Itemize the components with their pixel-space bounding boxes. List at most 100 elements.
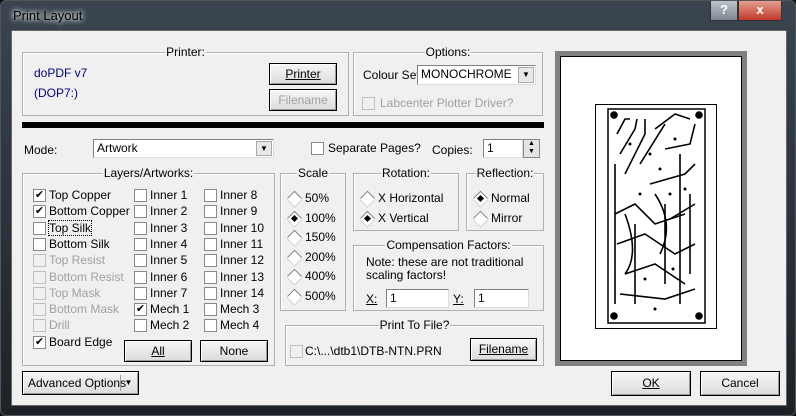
copies-input[interactable]: 1 [483,139,523,158]
layer-checkbox[interactable] [134,286,147,300]
layer-checkbox[interactable]: ✔ [134,303,147,317]
layer-label: Drill [49,318,70,333]
layer-label: Bottom Copper [49,204,130,219]
compensation-note: Note: these are not traditional [366,255,524,269]
radio-label-rotation: X Horizontal [378,191,444,205]
layer-label: Bottom Silk [49,236,110,251]
help-button[interactable]: ? [710,1,738,21]
layer-checkbox[interactable] [33,270,46,284]
layer-checkbox[interactable] [33,319,46,333]
layer-label: Board Edge [49,334,113,349]
separate-pages-checkbox[interactable] [311,142,324,155]
copies-label: Copies: [432,143,473,157]
layer-checkbox[interactable] [204,237,217,251]
printer-name: doPDF v7 [34,66,88,80]
layer-checkbox[interactable] [204,319,217,333]
layer-label: Inner 5 [150,253,188,268]
ok-button[interactable]: OK [611,371,691,396]
layer-checkbox[interactable] [33,221,46,235]
print-to-file-checkbox[interactable] [290,345,303,358]
layer-label: Inner 2 [150,204,188,219]
printer-filename-button[interactable]: Filename [269,89,337,111]
layer-checkbox[interactable] [204,205,217,219]
layer-label: Inner 7 [150,285,188,300]
layer-checkbox[interactable] [33,237,46,251]
layer-checkbox[interactable]: ✔ [33,205,46,219]
plotter-driver-checkbox[interactable] [362,97,375,110]
layer-label: Top Resist [49,253,106,268]
radio-label-scale: 500% [305,288,336,303]
layer-checkbox[interactable] [204,303,217,317]
layer-label: Inner 11 [220,236,264,251]
print-file-filename-button[interactable]: Filename [470,338,537,361]
layer-label: Mech 1 [150,302,190,317]
cancel-button[interactable]: Cancel [700,371,780,396]
radio-label-reflection: Normal [491,191,530,205]
layer-checkbox[interactable] [33,254,46,268]
layer-label: Inner 1 [150,188,188,202]
advanced-options-button[interactable]: Advanced Options ▼ [22,371,139,395]
options-group-label: Options: [424,45,472,59]
layers-group-label: Layers/Artworks: [102,166,195,180]
x-factor-input[interactable]: 1 [386,289,449,308]
radio-label-rotation: X Vertical [378,211,429,225]
layer-label: Inner 14 [220,285,265,300]
layer-label: Inner 9 [220,204,258,219]
layer-label: Bottom Resist [49,269,124,284]
layer-checkbox[interactable] [204,221,217,235]
layer-checkbox[interactable] [204,254,217,268]
print-to-file-label: Print To File? [378,318,451,332]
layer-label: Mech 3 [220,302,260,317]
layer-checkbox[interactable] [134,319,147,333]
layer-label: Inner 12 [220,253,265,268]
layer-checkbox[interactable] [134,205,147,219]
colour-set-select[interactable]: MONOCHROME ▼ [417,65,536,85]
layer-checkbox[interactable] [204,189,217,202]
radio-label-scale: 50% [305,191,330,205]
copies-spinner[interactable]: ▲ ▼ [523,139,540,158]
x-factor-label: X: [366,292,378,306]
none-layers-button[interactable]: None [200,340,268,362]
all-layers-button[interactable]: All [124,340,192,362]
layer-checkbox[interactable] [134,221,147,235]
layer-checkbox[interactable]: ✔ [33,189,46,202]
chevron-down-icon[interactable]: ▼ [120,375,136,391]
compensation-group-label: Compensation Factors: [385,238,512,252]
pcb-artwork-preview [595,104,717,329]
printer-button[interactable]: Printer [269,63,337,85]
layer-checkbox[interactable] [134,270,147,284]
preview-page [560,56,742,361]
printer-port: (DOP7:) [34,86,79,100]
progress-bar [22,122,544,128]
layer-checkbox[interactable] [204,286,217,300]
close-button[interactable]: x [738,1,782,21]
layer-checkbox[interactable] [134,254,147,268]
layer-label: Mech 4 [220,318,260,333]
layer-checkbox[interactable] [33,303,46,317]
layer-label: Inner 3 [150,220,188,235]
printer-group-label: Printer: [165,45,206,59]
radio-label-reflection: Mirror [491,211,523,225]
reflection-group-label: Reflection: [475,166,535,180]
layer-label: Mech 2 [150,318,190,333]
layer-label: Top Mask [49,285,101,300]
chevron-down-icon: ▼ [518,67,534,83]
mode-label: Mode: [24,143,58,157]
mode-select[interactable]: Artwork ▼ [93,139,274,158]
layer-checkbox[interactable] [134,237,147,251]
print-file-path: C:\...\dtb1\DTB-NTN.PRN [305,344,442,358]
layer-label: Inner 10 [220,220,265,235]
layer-label: Inner 8 [220,188,258,202]
layer-checkbox[interactable] [134,189,147,202]
y-factor-input[interactable]: 1 [474,289,529,308]
layer-checkbox[interactable] [33,286,46,300]
layer-checkbox[interactable] [204,270,217,284]
layer-checkbox[interactable]: ✔ [33,335,46,349]
radio-label-scale: 150% [305,230,336,244]
y-factor-label: Y: [453,292,464,306]
radio-label-scale: 200% [305,249,336,264]
plotter-driver-label: Labcenter Plotter Driver? [380,96,514,110]
layer-label: Inner 4 [150,236,188,251]
colour-set-label: Colour Set: [363,68,424,82]
chevron-down-icon: ▼ [256,141,272,156]
